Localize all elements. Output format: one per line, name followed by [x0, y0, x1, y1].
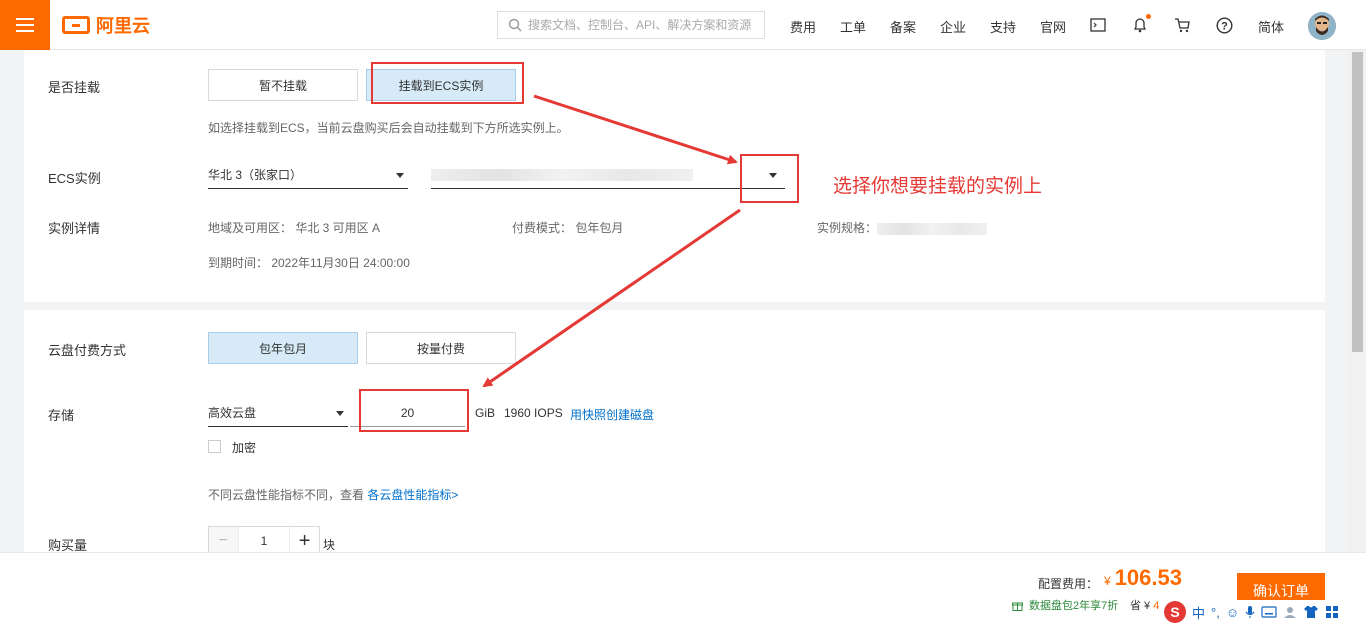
punctuation-icon[interactable]: °, [1211, 605, 1220, 620]
arrow-to-size [482, 208, 741, 388]
gift-icon [1012, 602, 1023, 612]
price-label: 配置费用： [1038, 577, 1099, 591]
ime-toolbar[interactable]: S 中 °, ☺ [1160, 600, 1366, 624]
emoji-icon[interactable]: ☺ [1226, 605, 1239, 620]
price-value: ¥106.53 [1104, 565, 1182, 591]
save-label: 省 ¥ [1130, 600, 1151, 612]
annotation-arrows [482, 94, 741, 388]
page-scrollbar[interactable] [1349, 50, 1366, 552]
arrow-to-dropdown [533, 94, 738, 165]
promo-text: 数据盘包2年享7折 [1012, 597, 1118, 613]
ime-mode[interactable]: 中 [1192, 603, 1205, 622]
promo-label: 数据盘包2年享7折 [1029, 600, 1119, 612]
toolbox-icon[interactable] [1325, 605, 1339, 619]
microphone-icon[interactable] [1245, 605, 1255, 619]
keyboard-icon[interactable] [1261, 606, 1277, 618]
price-amount: 106.53 [1114, 565, 1182, 590]
skin-icon[interactable] [1303, 605, 1319, 619]
sogou-icon[interactable]: S [1164, 601, 1186, 623]
scrollbar-thumb[interactable] [1352, 52, 1363, 352]
user-icon[interactable] [1283, 605, 1297, 619]
currency-symbol: ¥ [1104, 574, 1111, 588]
